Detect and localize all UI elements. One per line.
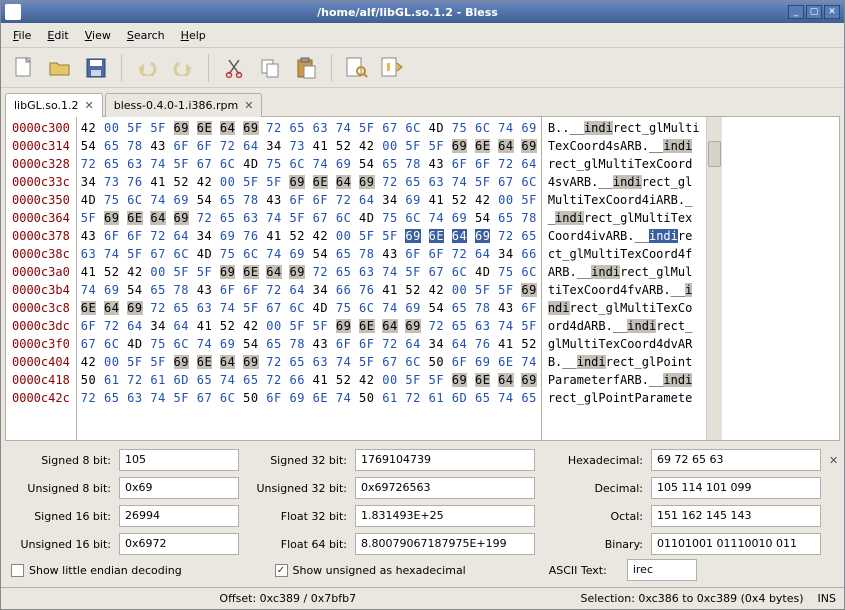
undo-button[interactable]	[132, 53, 162, 83]
tab-label: libGL.so.1.2	[14, 99, 79, 112]
label-f32: Float 32 bit:	[247, 510, 347, 523]
cut-button[interactable]	[219, 53, 249, 83]
menu-edit[interactable]: Edit	[41, 26, 74, 45]
save-button[interactable]	[81, 53, 111, 83]
label-u16: Unsigned 16 bit:	[11, 538, 111, 551]
label-s8: Signed 8 bit:	[11, 454, 111, 467]
hex-column[interactable]: 42 00 5F 5F 69 6E 64 69 72 65 63 74 5F 6…	[77, 117, 542, 440]
val-s16[interactable]: 26994	[119, 505, 239, 527]
scroll-thumb[interactable]	[708, 141, 721, 167]
status-ins: INS	[818, 592, 836, 605]
val-bin[interactable]: 01101001 01110010 011	[651, 533, 821, 555]
menu-search[interactable]: Search	[121, 26, 171, 45]
statusbar: Offset: 0xc389 / 0x7bfb7 Selection: 0xc3…	[1, 587, 844, 609]
replace-button[interactable]	[378, 53, 408, 83]
inspector-panel: Signed 8 bit: 105 Signed 32 bit: 1769104…	[1, 441, 844, 557]
label-dec: Decimal:	[543, 482, 643, 495]
toolbar	[1, 48, 844, 88]
val-hex[interactable]: 69 72 65 63	[651, 449, 821, 471]
menu-file[interactable]: File	[7, 26, 37, 45]
paste-button[interactable]	[291, 53, 321, 83]
val-f64[interactable]: 8.80079067187975E+199	[355, 533, 535, 555]
redo-button[interactable]	[168, 53, 198, 83]
val-u8[interactable]: 0x69	[119, 477, 239, 499]
separator	[208, 54, 209, 82]
find-button[interactable]	[342, 53, 372, 83]
inspector-options: Show little endian decoding ✓Show unsign…	[1, 557, 844, 587]
menubar: File Edit View Search Help	[1, 23, 844, 48]
tab-bless-rpm[interactable]: bless-0.4.0-1.i386.rpm ✕	[105, 93, 263, 117]
label-s16: Signed 16 bit:	[11, 510, 111, 523]
close-icon[interactable]: ✕	[244, 99, 253, 112]
val-u32[interactable]: 0x69726563	[355, 477, 535, 499]
titlebar: /home/alf/libGL.so.1.2 - Bless _ ▢ ✕	[1, 1, 844, 23]
inspector-close-icon[interactable]: ✕	[829, 454, 843, 467]
label-u32: Unsigned 32 bit:	[247, 482, 347, 495]
label-s32: Signed 32 bit:	[247, 454, 347, 467]
val-s8[interactable]: 105	[119, 449, 239, 471]
minimize-button[interactable]: _	[788, 5, 804, 19]
checkbox-icon[interactable]: ✓	[275, 564, 288, 577]
tab-bar: libGL.so.1.2 ✕ bless-0.4.0-1.i386.rpm ✕	[1, 88, 844, 116]
val-ascii[interactable]: irec	[627, 559, 697, 581]
window-title: /home/alf/libGL.so.1.2 - Bless	[27, 6, 788, 19]
val-s32[interactable]: 1769104739	[355, 449, 535, 471]
menu-view[interactable]: View	[79, 26, 117, 45]
new-button[interactable]	[9, 53, 39, 83]
val-u16[interactable]: 0x6972	[119, 533, 239, 555]
check-unsigned-hex[interactable]: ✓Show unsigned as hexadecimal	[275, 564, 466, 577]
label-ascii: ASCII Text:	[527, 564, 607, 577]
offset-column: 0000c3000000c3140000c3280000c33c0000c350…	[6, 117, 77, 440]
label-hex: Hexadecimal:	[543, 454, 643, 467]
menu-help[interactable]: Help	[175, 26, 212, 45]
separator	[121, 54, 122, 82]
ascii-column[interactable]: B..__indirect_glMultiTexCoord4sARB.__ind…	[542, 117, 706, 440]
status-selection: Selection: 0xc386 to 0xc389 (0x4 bytes)	[581, 592, 804, 605]
label-bin: Binary:	[543, 538, 643, 551]
app-icon	[5, 4, 21, 20]
hex-editor[interactable]: 0000c3000000c3140000c3280000c33c0000c350…	[5, 116, 840, 441]
val-dec[interactable]: 105 114 101 099	[651, 477, 821, 499]
maximize-button[interactable]: ▢	[806, 5, 822, 19]
scrollbar[interactable]	[706, 117, 722, 440]
val-f32[interactable]: 1.831493E+25	[355, 505, 535, 527]
label-f64: Float 64 bit:	[247, 538, 347, 551]
separator	[331, 54, 332, 82]
close-button[interactable]: ✕	[824, 5, 840, 19]
tab-libgl[interactable]: libGL.so.1.2 ✕	[5, 93, 103, 117]
close-icon[interactable]: ✕	[85, 99, 94, 112]
check-little-endian[interactable]: Show little endian decoding	[11, 564, 182, 577]
open-button[interactable]	[45, 53, 75, 83]
tab-label: bless-0.4.0-1.i386.rpm	[114, 99, 238, 112]
copy-button[interactable]	[255, 53, 285, 83]
val-oct[interactable]: 151 162 145 143	[651, 505, 821, 527]
checkbox-icon[interactable]	[11, 564, 24, 577]
label-oct: Octal:	[543, 510, 643, 523]
status-offset: Offset: 0xc389 / 0x7bfb7	[219, 592, 356, 605]
label-u8: Unsigned 8 bit:	[11, 482, 111, 495]
